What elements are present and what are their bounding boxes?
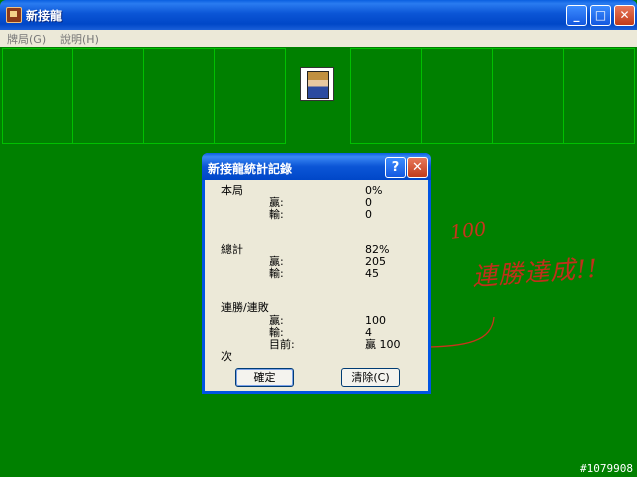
clear-button[interactable]: 清除(C) <box>341 368 400 387</box>
this-game-losses-label: 輸: <box>269 208 284 221</box>
dialog-title-bar[interactable]: 新接龍統計記錄 ? ✕ <box>202 153 431 180</box>
total-losses-label: 輸: <box>269 267 284 280</box>
help-button[interactable]: ? <box>385 157 406 178</box>
current-streak: 贏 100 <box>365 338 401 351</box>
ok-button[interactable]: 確定 <box>235 368 294 387</box>
total-losses: 45 <box>365 267 379 280</box>
streaks-heading: 連勝/連敗 <box>221 301 269 314</box>
statistics-dialog: 新接龍統計記錄 ? ✕ 本局 0% 贏: 0 輸: 0 總計 82% 贏: 20… <box>202 153 431 394</box>
dialog-title: 新接龍統計記錄 <box>208 162 293 176</box>
streak-suffix: 次 <box>221 350 232 363</box>
current-streak-label: 目前: <box>269 338 295 351</box>
this-game-heading: 本局 <box>221 184 243 197</box>
dialog-close-button[interactable]: ✕ <box>407 157 428 178</box>
watermark: #1079908 <box>580 462 633 475</box>
total-heading: 總計 <box>221 243 243 256</box>
this-game-losses: 0 <box>365 208 372 221</box>
